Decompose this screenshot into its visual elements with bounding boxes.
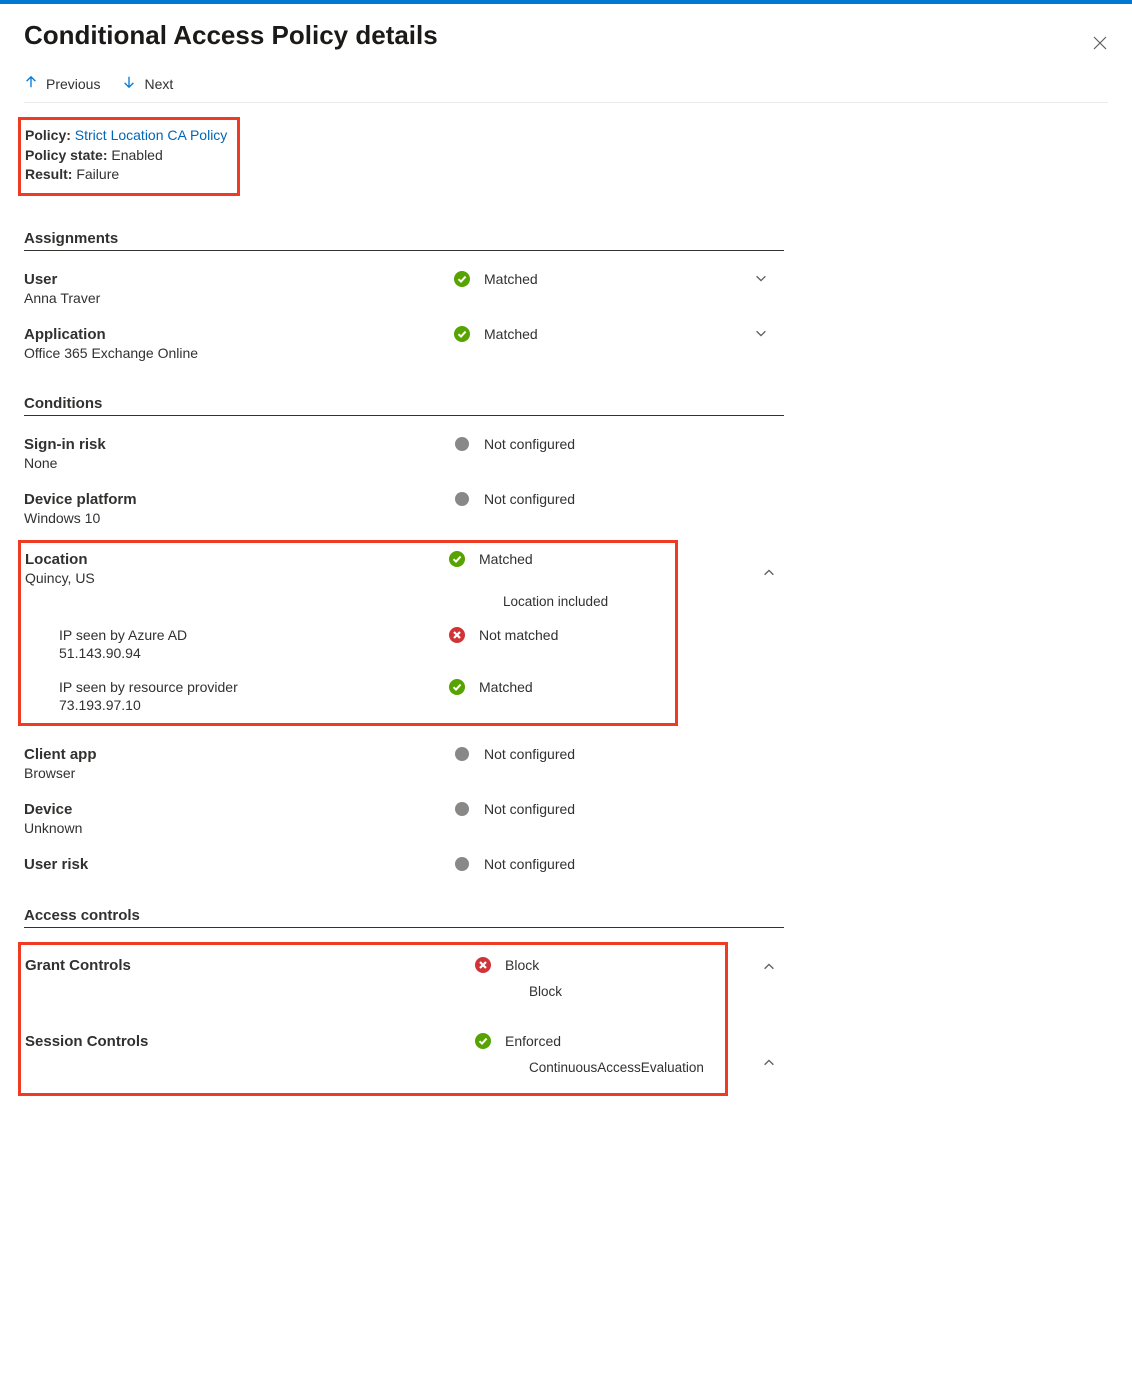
dot-icon <box>454 746 470 762</box>
signin-risk-value: None <box>24 455 454 471</box>
ip-aad-value: 51.143.90.94 <box>59 645 449 661</box>
ip-rp-value: 73.193.97.10 <box>59 697 449 713</box>
ip-rp-status: Matched <box>479 679 669 713</box>
chevron-up-icon[interactable] <box>762 960 776 974</box>
error-icon <box>475 957 491 973</box>
access-controls-highlight: Grant Controls Block Block Session Contr… <box>18 942 728 1096</box>
user-risk-status: Not configured <box>484 856 754 872</box>
location-value: Quincy, US <box>25 570 449 586</box>
next-button[interactable]: Next <box>122 75 173 92</box>
next-label: Next <box>144 76 173 92</box>
previous-label: Previous <box>46 76 100 92</box>
dot-icon <box>454 436 470 452</box>
device-status: Not configured <box>484 801 754 817</box>
section-access-controls: Access controls <box>24 907 784 928</box>
policy-label: Policy: <box>25 127 71 143</box>
arrow-down-icon <box>122 75 136 92</box>
session-controls-label: Session Controls <box>25 1033 475 1050</box>
row-device: Device Unknown Not configured <box>24 801 784 836</box>
user-risk-label: User risk <box>24 856 454 873</box>
row-client-app: Client app Browser Not configured <box>24 746 784 781</box>
policy-name-link[interactable]: Strict Location CA Policy <box>75 127 228 143</box>
location-detail: Location included <box>503 594 669 609</box>
grant-controls-status: Block <box>505 957 719 973</box>
chevron-up-icon[interactable] <box>762 1056 776 1070</box>
check-icon <box>454 326 470 342</box>
device-label: Device <box>24 801 454 818</box>
session-controls-status: Enforced <box>505 1033 719 1049</box>
device-platform-value: Windows 10 <box>24 510 454 526</box>
previous-button[interactable]: Previous <box>24 75 100 92</box>
policy-state-value: Enabled <box>111 147 162 163</box>
grant-controls-detail: Block <box>529 984 719 999</box>
device-platform-label: Device platform <box>24 491 454 508</box>
signin-risk-status: Not configured <box>484 436 754 452</box>
location-highlight: Location Quincy, US Matched Location inc… <box>18 540 678 726</box>
ip-aad-label: IP seen by Azure AD <box>59 627 449 643</box>
ip-aad-status: Not matched <box>479 627 669 661</box>
signin-risk-label: Sign-in risk <box>24 436 454 453</box>
section-conditions: Conditions <box>24 395 784 416</box>
grant-controls-label: Grant Controls <box>25 957 475 974</box>
user-status: Matched <box>484 271 754 287</box>
check-icon <box>449 679 465 695</box>
error-icon <box>449 627 465 643</box>
user-value: Anna Traver <box>24 290 454 306</box>
location-label: Location <box>25 551 449 568</box>
session-controls-detail: ContinuousAccessEvaluation <box>529 1060 719 1075</box>
application-value: Office 365 Exchange Online <box>24 345 454 361</box>
application-label: Application <box>24 326 454 343</box>
arrow-up-icon <box>24 75 38 92</box>
section-assignments: Assignments <box>24 230 784 251</box>
page-title: Conditional Access Policy details <box>24 20 438 51</box>
result-value: Failure <box>76 166 119 182</box>
result-label: Result: <box>25 166 72 182</box>
policy-state-label: Policy state: <box>25 147 107 163</box>
row-signin-risk: Sign-in risk None Not configured <box>24 436 784 471</box>
location-status: Matched <box>479 551 669 567</box>
row-user: User Anna Traver Matched <box>24 271 784 306</box>
close-icon[interactable] <box>1092 35 1108 54</box>
device-platform-status: Not configured <box>484 491 754 507</box>
dot-icon <box>454 491 470 507</box>
row-application: Application Office 365 Exchange Online M… <box>24 326 784 361</box>
check-icon <box>475 1033 491 1049</box>
client-app-label: Client app <box>24 746 454 763</box>
application-status: Matched <box>484 326 754 342</box>
dot-icon <box>454 856 470 872</box>
check-icon <box>449 551 465 567</box>
chevron-down-icon[interactable] <box>754 326 768 340</box>
ip-rp-label: IP seen by resource provider <box>59 679 449 695</box>
device-value: Unknown <box>24 820 454 836</box>
check-icon <box>454 271 470 287</box>
row-device-platform: Device platform Windows 10 Not configure… <box>24 491 784 526</box>
client-app-status: Not configured <box>484 746 754 762</box>
dot-icon <box>454 801 470 817</box>
chevron-down-icon[interactable] <box>754 271 768 285</box>
chevron-up-icon[interactable] <box>762 566 776 580</box>
row-user-risk: User risk Not configured <box>24 856 784 873</box>
client-app-value: Browser <box>24 765 454 781</box>
user-label: User <box>24 271 454 288</box>
policy-summary-highlight: Policy: Strict Location CA Policy Policy… <box>18 117 240 196</box>
